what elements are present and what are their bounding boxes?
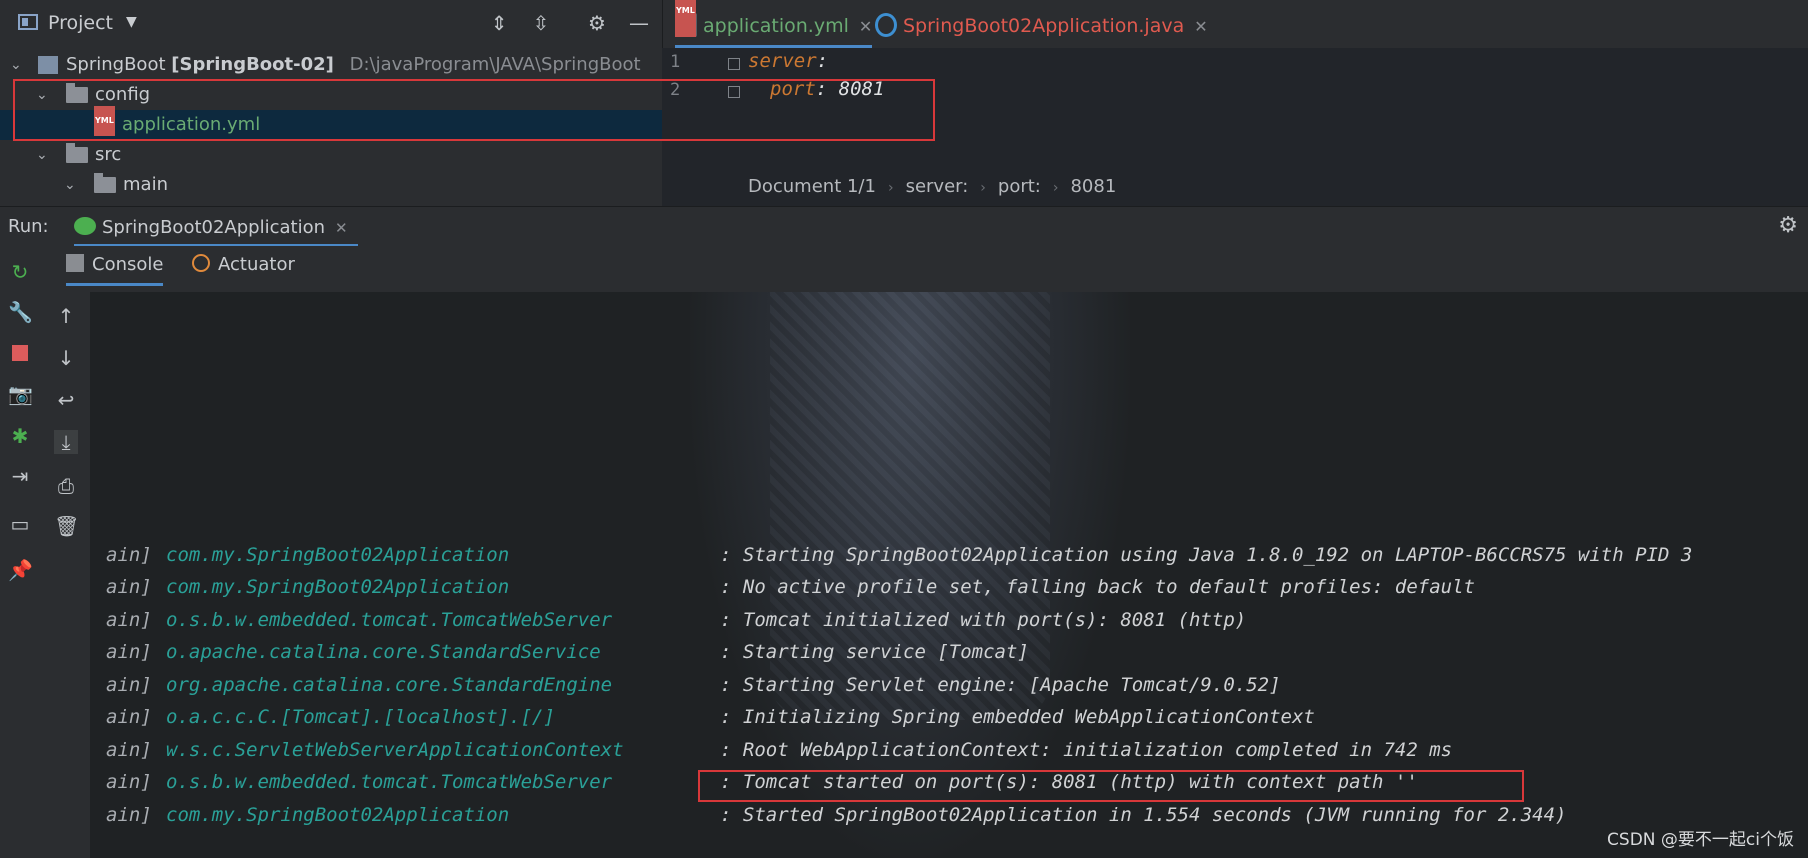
watermark: CSDN @要不一起ci个饭 bbox=[1607, 830, 1794, 850]
run-label: Run: bbox=[8, 216, 49, 237]
editor-breadcrumb: Document 1/1 › server: › port: › 8081 bbox=[748, 176, 1117, 197]
console-line: ain] o.a.c.c.C.[Tomcat].[localhost].[/]: … bbox=[106, 706, 1315, 728]
run-toolwindow-header: Run: SpringBoot02Application ✕ ⚙ bbox=[0, 206, 1808, 247]
tab-label: SpringBoot02Application.java bbox=[903, 15, 1185, 37]
expand-all-icon[interactable]: ⇕ bbox=[486, 10, 512, 36]
gear-icon[interactable]: ⚙ bbox=[1778, 213, 1798, 238]
tab-label: application.yml bbox=[703, 15, 849, 37]
console-line: ain] o.s.b.w.embedded.tomcat.TomcatWebSer… bbox=[106, 609, 1247, 631]
folder-icon bbox=[66, 143, 88, 163]
minimize-icon[interactable]: — bbox=[626, 10, 652, 36]
project-icon bbox=[18, 14, 38, 30]
java-class-icon bbox=[875, 12, 897, 37]
root-path: D:\javaProgram\JAVA\SpringBoot bbox=[349, 54, 641, 75]
tab-actuator[interactable]: Actuator bbox=[192, 254, 295, 275]
console-icon bbox=[66, 254, 84, 272]
layout-icon[interactable]: ▭ bbox=[8, 512, 32, 536]
console-line: ain] o.s.b.w.embedded.tomcat.TomcatWebSer… bbox=[106, 771, 1418, 793]
chevron-down-icon[interactable]: ⌄ bbox=[36, 140, 48, 170]
scroll-to-end-icon[interactable]: ⤓ bbox=[54, 430, 78, 454]
tree-item-main[interactable]: ⌄ main bbox=[0, 170, 662, 200]
console-line: ain] com.my.SpringBoot02Application: No a… bbox=[106, 576, 1475, 598]
root-module: [SpringBoot-02] bbox=[171, 54, 334, 75]
exit-icon[interactable]: ⇥ bbox=[8, 464, 32, 488]
arrow-up-icon[interactable]: ↑ bbox=[54, 304, 78, 328]
subtab-label: Console bbox=[92, 254, 164, 275]
tree-item-root[interactable]: ⌄ SpringBoot [SpringBoot-02] D:\javaProg… bbox=[0, 50, 662, 80]
project-toolbar: Project ▼ ⇕ ⇳ ⚙ — bbox=[0, 0, 662, 48]
folder-icon bbox=[94, 173, 116, 193]
console-line: ain] com.my.SpringBoot02Application: Star… bbox=[106, 804, 1567, 826]
tree-item-label: main bbox=[123, 174, 168, 195]
console-line: ain] com.my.SpringBoot02Application: Star… bbox=[106, 544, 1693, 566]
yml-file-icon bbox=[675, 0, 697, 37]
breadcrumb-item[interactable]: server: bbox=[906, 176, 969, 197]
console-actions-bar: ↑ ↓ ↩ ⤓ ⎙ 🗑 bbox=[40, 292, 90, 858]
close-icon[interactable]: ✕ bbox=[1194, 17, 1207, 36]
editor-tabs: application.yml ✕ SpringBoot02Application… bbox=[662, 0, 1808, 48]
console-line: ain] o.apache.catalina.core.StandardServi… bbox=[106, 641, 1029, 663]
chevron-down-icon[interactable]: ▼ bbox=[126, 14, 137, 30]
tree-item-src[interactable]: ⌄ src bbox=[0, 140, 662, 170]
trash-icon[interactable]: 🗑 bbox=[54, 514, 79, 538]
chevron-down-icon[interactable]: ⌄ bbox=[10, 50, 22, 80]
close-icon[interactable]: ✕ bbox=[335, 219, 348, 237]
stop-icon[interactable] bbox=[8, 342, 32, 366]
line-number: 1 bbox=[670, 52, 681, 72]
console-line: ain] w.s.c.ServletWebServerApplicationCon… bbox=[106, 739, 1453, 761]
arrow-down-icon[interactable]: ↓ bbox=[54, 346, 78, 370]
tree-item-label: src bbox=[95, 144, 122, 165]
root-name: SpringBoot bbox=[66, 54, 166, 75]
camera-icon[interactable]: 📷 bbox=[8, 382, 33, 406]
subtab-label: Actuator bbox=[218, 254, 295, 275]
code-line-1: server: bbox=[748, 50, 829, 72]
pin-icon[interactable]: 📌 bbox=[8, 558, 33, 582]
debug-icon[interactable]: ✱ bbox=[8, 424, 32, 448]
print-icon[interactable]: ⎙ bbox=[54, 474, 78, 498]
breadcrumb-item[interactable]: Document 1/1 bbox=[748, 176, 876, 197]
run-actions-bar: ↻ 🔧 📷 ✱ ⇥ ▭ 📌 bbox=[0, 246, 40, 858]
gear-icon[interactable]: ⚙ bbox=[584, 10, 610, 36]
project-view-title[interactable]: Project bbox=[48, 12, 113, 34]
close-icon[interactable]: ✕ bbox=[859, 17, 872, 36]
rerun-icon[interactable]: ↻ bbox=[8, 260, 32, 284]
tab-application-yml[interactable]: application.yml ✕ bbox=[675, 0, 873, 48]
actuator-icon bbox=[192, 254, 210, 272]
wrench-icon[interactable]: 🔧 bbox=[8, 300, 33, 324]
highlight-box-tomcat-started bbox=[698, 770, 1524, 802]
module-icon bbox=[38, 56, 58, 74]
run-subtabs: Console Actuator bbox=[0, 246, 1808, 292]
highlight-box-config bbox=[13, 79, 935, 141]
breadcrumb-item[interactable]: port: bbox=[998, 176, 1041, 197]
run-config-label: SpringBoot02Application bbox=[102, 217, 325, 238]
breadcrumb-item[interactable]: 8081 bbox=[1070, 176, 1116, 197]
console-line: ain] org.apache.catalina.core.StandardEng… bbox=[106, 674, 1281, 696]
fold-icon[interactable] bbox=[728, 58, 740, 70]
tab-console[interactable]: Console bbox=[66, 254, 164, 286]
spring-run-icon bbox=[74, 217, 96, 235]
run-config-tab[interactable]: SpringBoot02Application ✕ bbox=[74, 207, 358, 247]
collapse-all-icon[interactable]: ⇳ bbox=[528, 10, 554, 36]
chevron-down-icon[interactable]: ⌄ bbox=[64, 170, 76, 200]
soft-wrap-icon[interactable]: ↩ bbox=[54, 388, 78, 412]
tab-springboot02application-java[interactable]: SpringBoot02Application.java ✕ bbox=[875, 0, 1208, 48]
